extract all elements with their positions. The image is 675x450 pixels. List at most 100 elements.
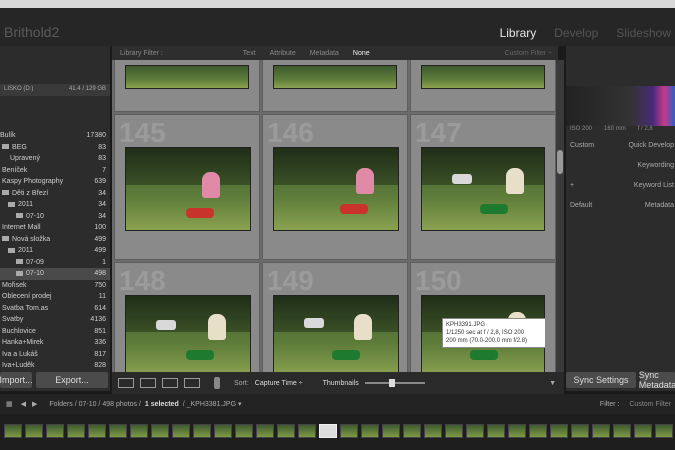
photo-thumbnail[interactable] (421, 147, 545, 231)
sync-settings-button[interactable]: Sync Settings (566, 372, 636, 388)
folder-item[interactable]: Iva+Luděk 828 (0, 360, 110, 372)
folder-item[interactable]: Kaspy Photography 639 (0, 176, 110, 188)
filter-tab-attribute[interactable]: Attribute (270, 50, 296, 57)
filmstrip-thumbnail[interactable] (592, 424, 610, 438)
folder-item[interactable]: Mořisek 750 (0, 280, 110, 292)
survey-view-icon[interactable] (184, 378, 200, 388)
filmstrip-thumbnail[interactable] (109, 424, 127, 438)
folder-item[interactable]: Beníček 7 (0, 165, 110, 177)
grid-cell[interactable] (410, 60, 556, 112)
grid-cell-148[interactable]: 148 (114, 262, 260, 372)
grid-cell-150[interactable]: 150 (410, 262, 556, 372)
folder-path[interactable]: Folders / 07-10 / 498 photos / (49, 401, 140, 408)
filmstrip-thumbnail[interactable] (529, 424, 547, 438)
filmstrip-thumbnail[interactable] (46, 424, 64, 438)
photo-thumbnail[interactable] (125, 65, 249, 89)
folder-item[interactable]: Buchlovice 851 (0, 326, 110, 338)
loupe-view-icon[interactable] (140, 378, 156, 388)
catalog-volume-header[interactable]: LISKO (D:) 41.4 / 129 GB (0, 84, 110, 96)
add-keyword-icon[interactable]: + (570, 182, 574, 189)
folder-item[interactable]: Bulík 17380 (0, 130, 110, 142)
filmstrip-thumbnail[interactable] (550, 424, 568, 438)
filmstrip-thumbnail[interactable] (487, 424, 505, 438)
folder-item[interactable]: Internet Mall 100 (0, 222, 110, 234)
folder-item[interactable]: Iva a Lukáš 817 (0, 349, 110, 361)
filter-tab-none[interactable]: None (353, 50, 370, 57)
filmstrip-thumbnail[interactable] (424, 424, 442, 438)
compare-view-icon[interactable] (162, 378, 178, 388)
filmstrip-thumbnail[interactable] (88, 424, 106, 438)
filmstrip-thumbnail[interactable] (235, 424, 253, 438)
filmstrip-thumbnail[interactable] (361, 424, 379, 438)
filmstrip-thumbnail[interactable] (613, 424, 631, 438)
filmstrip-thumbnail[interactable] (172, 424, 190, 438)
photo-thumbnail[interactable] (273, 295, 399, 372)
filmstrip-thumbnail[interactable] (466, 424, 484, 438)
filmstrip-thumbnail[interactable] (382, 424, 400, 438)
chevron-down-icon[interactable]: ▼ (549, 380, 556, 387)
folder-item[interactable]: 07-10 498 (0, 268, 110, 280)
selected-file[interactable]: / _KPH3381.JPG ▾ (183, 400, 242, 408)
filmstrip-thumbnail[interactable] (4, 424, 22, 438)
photo-thumbnail[interactable] (125, 147, 251, 231)
sort-select[interactable]: Capture Time ÷ (255, 380, 303, 387)
filmstrip-thumbnail[interactable] (655, 424, 673, 438)
sync-metadata-button[interactable]: Sync Metadata (639, 370, 675, 390)
folder-item[interactable]: 2011 34 (0, 199, 110, 211)
folder-item[interactable]: Oblecení prodej 11 (0, 291, 110, 303)
keywording-header[interactable]: Keywording (570, 162, 674, 169)
folder-item[interactable]: Hanka+Mirek 336 (0, 337, 110, 349)
module-library[interactable]: Library (500, 26, 537, 40)
folder-item[interactable]: 2011 499 (0, 245, 110, 257)
thumbnail-size-slider[interactable] (364, 379, 425, 387)
folder-item[interactable]: Děti z Březí 34 (0, 188, 110, 200)
module-slideshow[interactable]: Slideshow (616, 26, 671, 40)
module-develop[interactable]: Develop (554, 26, 598, 40)
filmstrip-thumbnail[interactable] (193, 424, 211, 438)
folder-item[interactable]: 07-10 34 (0, 211, 110, 223)
import-button[interactable]: Import... (0, 372, 33, 388)
folder-item[interactable]: Nová složka 499 (0, 234, 110, 246)
folder-item[interactable]: Svatba Tom.as 614 (0, 303, 110, 315)
filmstrip-thumbnail[interactable] (445, 424, 463, 438)
keyword-list-header[interactable]: + Keyword List (570, 182, 674, 189)
filmstrip-thumbnail[interactable] (25, 424, 43, 438)
filmstrip-thumbnail[interactable] (298, 424, 316, 438)
photo-thumbnail[interactable] (273, 65, 397, 89)
custom-filter-select[interactable]: Custom Filter (629, 401, 671, 408)
filmstrip-thumbnail[interactable] (214, 424, 232, 438)
filmstrip-thumbnail[interactable] (319, 424, 337, 438)
back-arrow-icon[interactable]: ◀ (21, 400, 26, 408)
metadata-header[interactable]: Default Metadata (570, 202, 674, 209)
forward-arrow-icon[interactable]: ▶ (32, 400, 37, 408)
folder-item[interactable]: Upravený 83 (0, 153, 110, 165)
grid-cell-147[interactable]: 147 (410, 114, 556, 260)
photo-thumbnail[interactable] (273, 147, 399, 231)
grid-icon[interactable]: ▦ (6, 400, 13, 408)
quick-develop-header[interactable]: Custom Quick Develop (570, 142, 674, 149)
filmstrip-thumbnail[interactable] (508, 424, 526, 438)
grid-cell-145[interactable]: 145 (114, 114, 260, 260)
grid-cell[interactable] (262, 60, 408, 112)
scrollbar-thumb[interactable] (557, 150, 563, 174)
folder-item[interactable]: Svatby 4136 (0, 314, 110, 326)
filter-tab-metadata[interactable]: Metadata (310, 50, 339, 57)
filmstrip-thumbnail[interactable] (634, 424, 652, 438)
grid-view-icon[interactable] (118, 378, 134, 388)
filmstrip-thumbnail[interactable] (256, 424, 274, 438)
photo-thumbnail[interactable] (421, 65, 545, 89)
filmstrip-thumbnail[interactable] (403, 424, 421, 438)
photo-thumbnail[interactable] (125, 295, 251, 372)
folder-item[interactable]: BEG 83 (0, 142, 110, 154)
filmstrip-thumbnail[interactable] (130, 424, 148, 438)
custom-filter-dropdown[interactable]: Custom Filter ÷ (505, 50, 552, 57)
grid-scrollbar[interactable] (556, 60, 564, 372)
filter-tab-text[interactable]: Text (243, 50, 256, 57)
spray-can-icon[interactable] (214, 377, 220, 389)
filmstrip-thumbnail[interactable] (571, 424, 589, 438)
grid-cell-149[interactable]: 149 (262, 262, 408, 372)
slider-knob[interactable] (388, 379, 395, 387)
folder-item[interactable]: 07-09 1 (0, 257, 110, 269)
preset-select[interactable]: Custom (570, 142, 594, 149)
filmstrip-thumbnail[interactable] (277, 424, 295, 438)
